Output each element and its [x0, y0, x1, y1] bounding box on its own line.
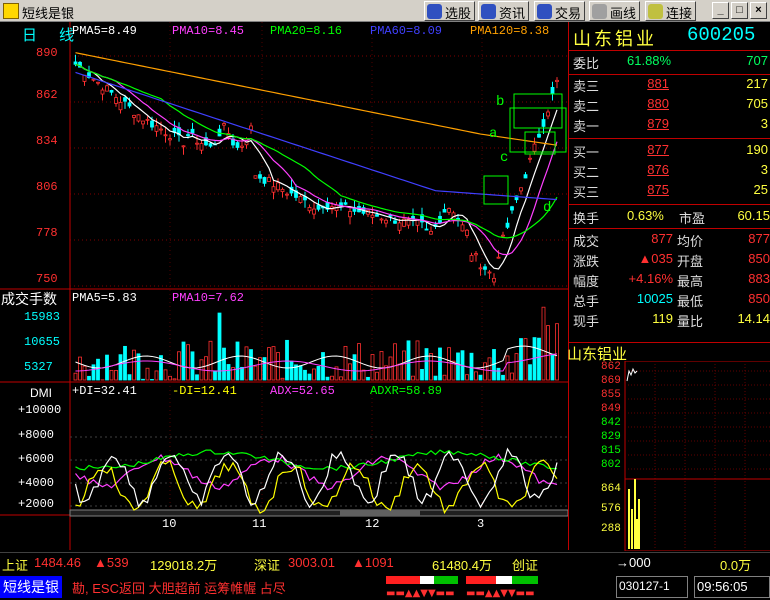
- close-button[interactable]: ×: [750, 2, 767, 19]
- mini-price-tick: 815: [601, 445, 621, 457]
- mini-price-tick: 802: [601, 459, 621, 471]
- dmi-tick-label: +6000: [18, 452, 54, 466]
- legend-item: PMA20=8.16: [270, 24, 342, 38]
- legend-item: PMA60=8.09: [370, 24, 442, 38]
- volume-tick-label: 10655: [24, 335, 60, 349]
- sell-level-row[interactable]: 卖三881217: [569, 76, 770, 96]
- mini-volume-tick: 864: [601, 483, 621, 495]
- quote-panel: 山东铝业 600205 委比 61.88% 707 卖三881217卖二8807…: [568, 22, 770, 342]
- price-tick-label: 806: [36, 180, 58, 194]
- legend-item: ADX=52.65: [270, 384, 335, 398]
- mini-chart: [569, 361, 770, 551]
- globe-icon: [481, 4, 496, 19]
- sell-level-row[interactable]: 卖二880705: [569, 96, 770, 116]
- mini-price-tick: 842: [601, 417, 621, 429]
- date-tick-label: 10: [162, 517, 176, 531]
- dmi-tick-label: +10000: [18, 403, 61, 417]
- app-label: 短线是银: [0, 576, 62, 598]
- toolbar-news-button[interactable]: 资讯: [478, 1, 529, 21]
- main-chart[interactable]: [0, 22, 568, 550]
- ticker-bar: 短线是银 勘, ESC返回 大胆超前 运筹帷幄 占尽 ▬▬▲▲▼▼▬▬ ▬▬▲▲…: [0, 574, 770, 600]
- legend-item: -DI=12.41: [172, 384, 237, 398]
- stock-code: 600205: [687, 24, 755, 46]
- market-breadth-indicator: ▬▬▲▲▼▼▬▬ ▬▬▲▲▼▼▬▬: [386, 576, 546, 598]
- quote-info-row: 现手119量比14.14: [569, 311, 770, 331]
- toolbar-connect-button[interactable]: 连接: [645, 1, 696, 21]
- svg-text:▬▬▲▲▼▼▬▬: ▬▬▲▲▼▼▬▬: [466, 588, 535, 598]
- window-title: 短线是银: [22, 3, 74, 22]
- market-status-bar: 上证 1484.46 ▲539 129018.2万 深证 3003.01 ▲10…: [0, 552, 770, 572]
- annotation-label: a: [489, 126, 497, 142]
- clock-display: 09:56:05: [694, 576, 770, 598]
- annotation-label: c: [500, 150, 508, 166]
- svg-text:▬▬▲▲▼▼▬▬: ▬▬▲▲▼▼▬▬: [386, 588, 455, 598]
- buy-level-row[interactable]: 买一877190: [569, 142, 770, 162]
- quote-info-row: 成交877均价877: [569, 231, 770, 251]
- title-bar: 短线是银 选股 资讯 交易 画线 连接 _ □ ×: [0, 0, 770, 22]
- legend-item: PMA120=8.38: [470, 24, 549, 38]
- order-ratio-row: 委比 61.88% 707: [569, 53, 770, 73]
- toolbar-select-stock-button[interactable]: 选股: [424, 1, 475, 21]
- quote-info-row: 幅度+4.16%最高883: [569, 271, 770, 291]
- mini-price-tick: 869: [601, 375, 621, 387]
- quote-info-row: 涨跌▲035开盘850: [569, 251, 770, 271]
- mini-price-tick: 862: [601, 361, 621, 373]
- date-display: 030127-1: [616, 576, 688, 598]
- annotation-label: d: [543, 200, 551, 216]
- price-tick-label: 890: [36, 46, 58, 60]
- buy-level-row[interactable]: 买二8763: [569, 162, 770, 182]
- dmi-tick-label: +4000: [18, 476, 54, 490]
- legend-item: PMA5=5.83: [72, 291, 137, 305]
- plug-icon: [648, 4, 663, 19]
- sell-level-row[interactable]: 卖一8793: [569, 116, 770, 136]
- volume-title: 成交手数: [1, 289, 57, 309]
- price-tick-label: 778: [36, 226, 58, 240]
- price-tick-label: 862: [36, 88, 58, 102]
- mini-chart-panel: 山东铝业 862869855849842829815802864576288: [568, 342, 770, 550]
- dmi-tick-label: +8000: [18, 428, 54, 442]
- mini-price-tick: 849: [601, 403, 621, 415]
- globe-icon: [427, 4, 442, 19]
- date-tick-label: 11: [252, 517, 266, 531]
- stock-name: 山东铝业: [573, 25, 657, 51]
- dmi-tick-label: +2000: [18, 497, 54, 511]
- maximize-button[interactable]: □: [731, 2, 748, 19]
- volume-tick-label: 15983: [24, 310, 60, 324]
- legend-item: PMA10=7.62: [172, 291, 244, 305]
- price-tick-label: 750: [36, 272, 58, 286]
- date-tick-label: 12: [365, 517, 379, 531]
- quote-info-row: 总手10025最低850: [569, 291, 770, 311]
- ticker-text: 勘, ESC返回 大胆超前 运筹帷幄 占尽: [72, 578, 384, 597]
- legend-item: ADXR=58.89: [370, 384, 442, 398]
- buy-level-row[interactable]: 买三87525: [569, 182, 770, 202]
- price-tick-label: 834: [36, 134, 58, 148]
- mini-price-tick: 855: [601, 389, 621, 401]
- toolbar-trade-button[interactable]: 交易: [534, 1, 585, 21]
- legend-item: +DI=32.41: [72, 384, 137, 398]
- annotation-label: b: [496, 94, 504, 110]
- date-tick-label: 3: [477, 517, 484, 531]
- mini-volume-tick: 288: [601, 523, 621, 535]
- legend-item: PMA5=8.49: [72, 24, 137, 38]
- minimize-button[interactable]: _: [712, 2, 729, 19]
- legend-item: PMA10=8.45: [172, 24, 244, 38]
- mini-volume-tick: 576: [601, 503, 621, 515]
- app-icon: [3, 3, 19, 19]
- globe-icon: [537, 4, 552, 19]
- turnover-row: 换手 0.63% 市盈 60.15: [569, 208, 770, 228]
- toolbar-draw-button[interactable]: 画线: [589, 1, 640, 21]
- volume-tick-label: 5327: [24, 360, 53, 374]
- pen-icon: [592, 4, 607, 19]
- dmi-title: DMI: [30, 386, 52, 400]
- mini-price-tick: 829: [601, 431, 621, 443]
